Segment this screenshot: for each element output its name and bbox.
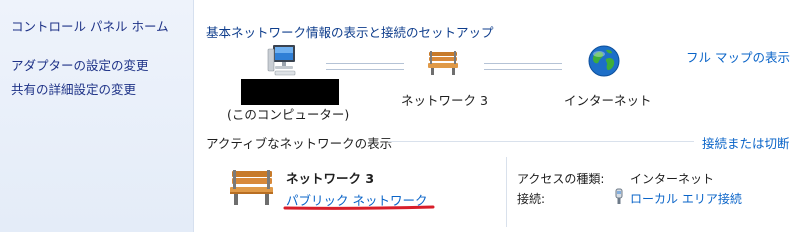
this-computer-label: (このコンピューター): [227, 107, 350, 122]
plug-icon: [615, 188, 623, 204]
page-title: 基本ネットワーク情報の表示と接続のセットアップ: [206, 25, 494, 40]
access-type-value: インターネット: [630, 172, 715, 186]
connection-line: [484, 63, 562, 70]
local-area-connection-link[interactable]: ローカル エリア接続: [630, 190, 742, 207]
network-node-label: ネットワーク 3: [401, 93, 488, 108]
globe-icon: [588, 45, 620, 77]
computer-name-redaction: [241, 79, 339, 105]
active-networks-heading: アクティブなネットワークの表示: [206, 136, 393, 151]
see-full-map-link[interactable]: フル マップの表示: [686, 47, 790, 66]
red-annotation-underline: [283, 205, 435, 210]
bench-icon[interactable]: [227, 168, 275, 206]
computer-icon: [267, 45, 296, 76]
internet-node-label: インターネット: [564, 93, 652, 108]
control-panel-home-link[interactable]: コントロール パネル ホーム: [11, 16, 169, 35]
details-divider: [506, 157, 507, 227]
connections-label: 接続:: [517, 192, 546, 206]
bench-icon: [428, 51, 458, 75]
change-adapter-settings-link[interactable]: アダプターの設定の変更: [11, 55, 149, 74]
section-divider: [388, 141, 694, 142]
access-type-label: アクセスの種類:: [517, 172, 605, 186]
connection-line: [326, 63, 404, 70]
active-network-name: ネットワーク 3: [286, 171, 375, 186]
left-navigation-pane: コントロール パネル ホーム アダプターの設定の変更 共有の詳細設定の変更: [0, 0, 194, 232]
connect-or-disconnect-link[interactable]: 接続または切断: [702, 133, 790, 152]
change-advanced-sharing-settings-link[interactable]: 共有の詳細設定の変更: [11, 79, 136, 98]
